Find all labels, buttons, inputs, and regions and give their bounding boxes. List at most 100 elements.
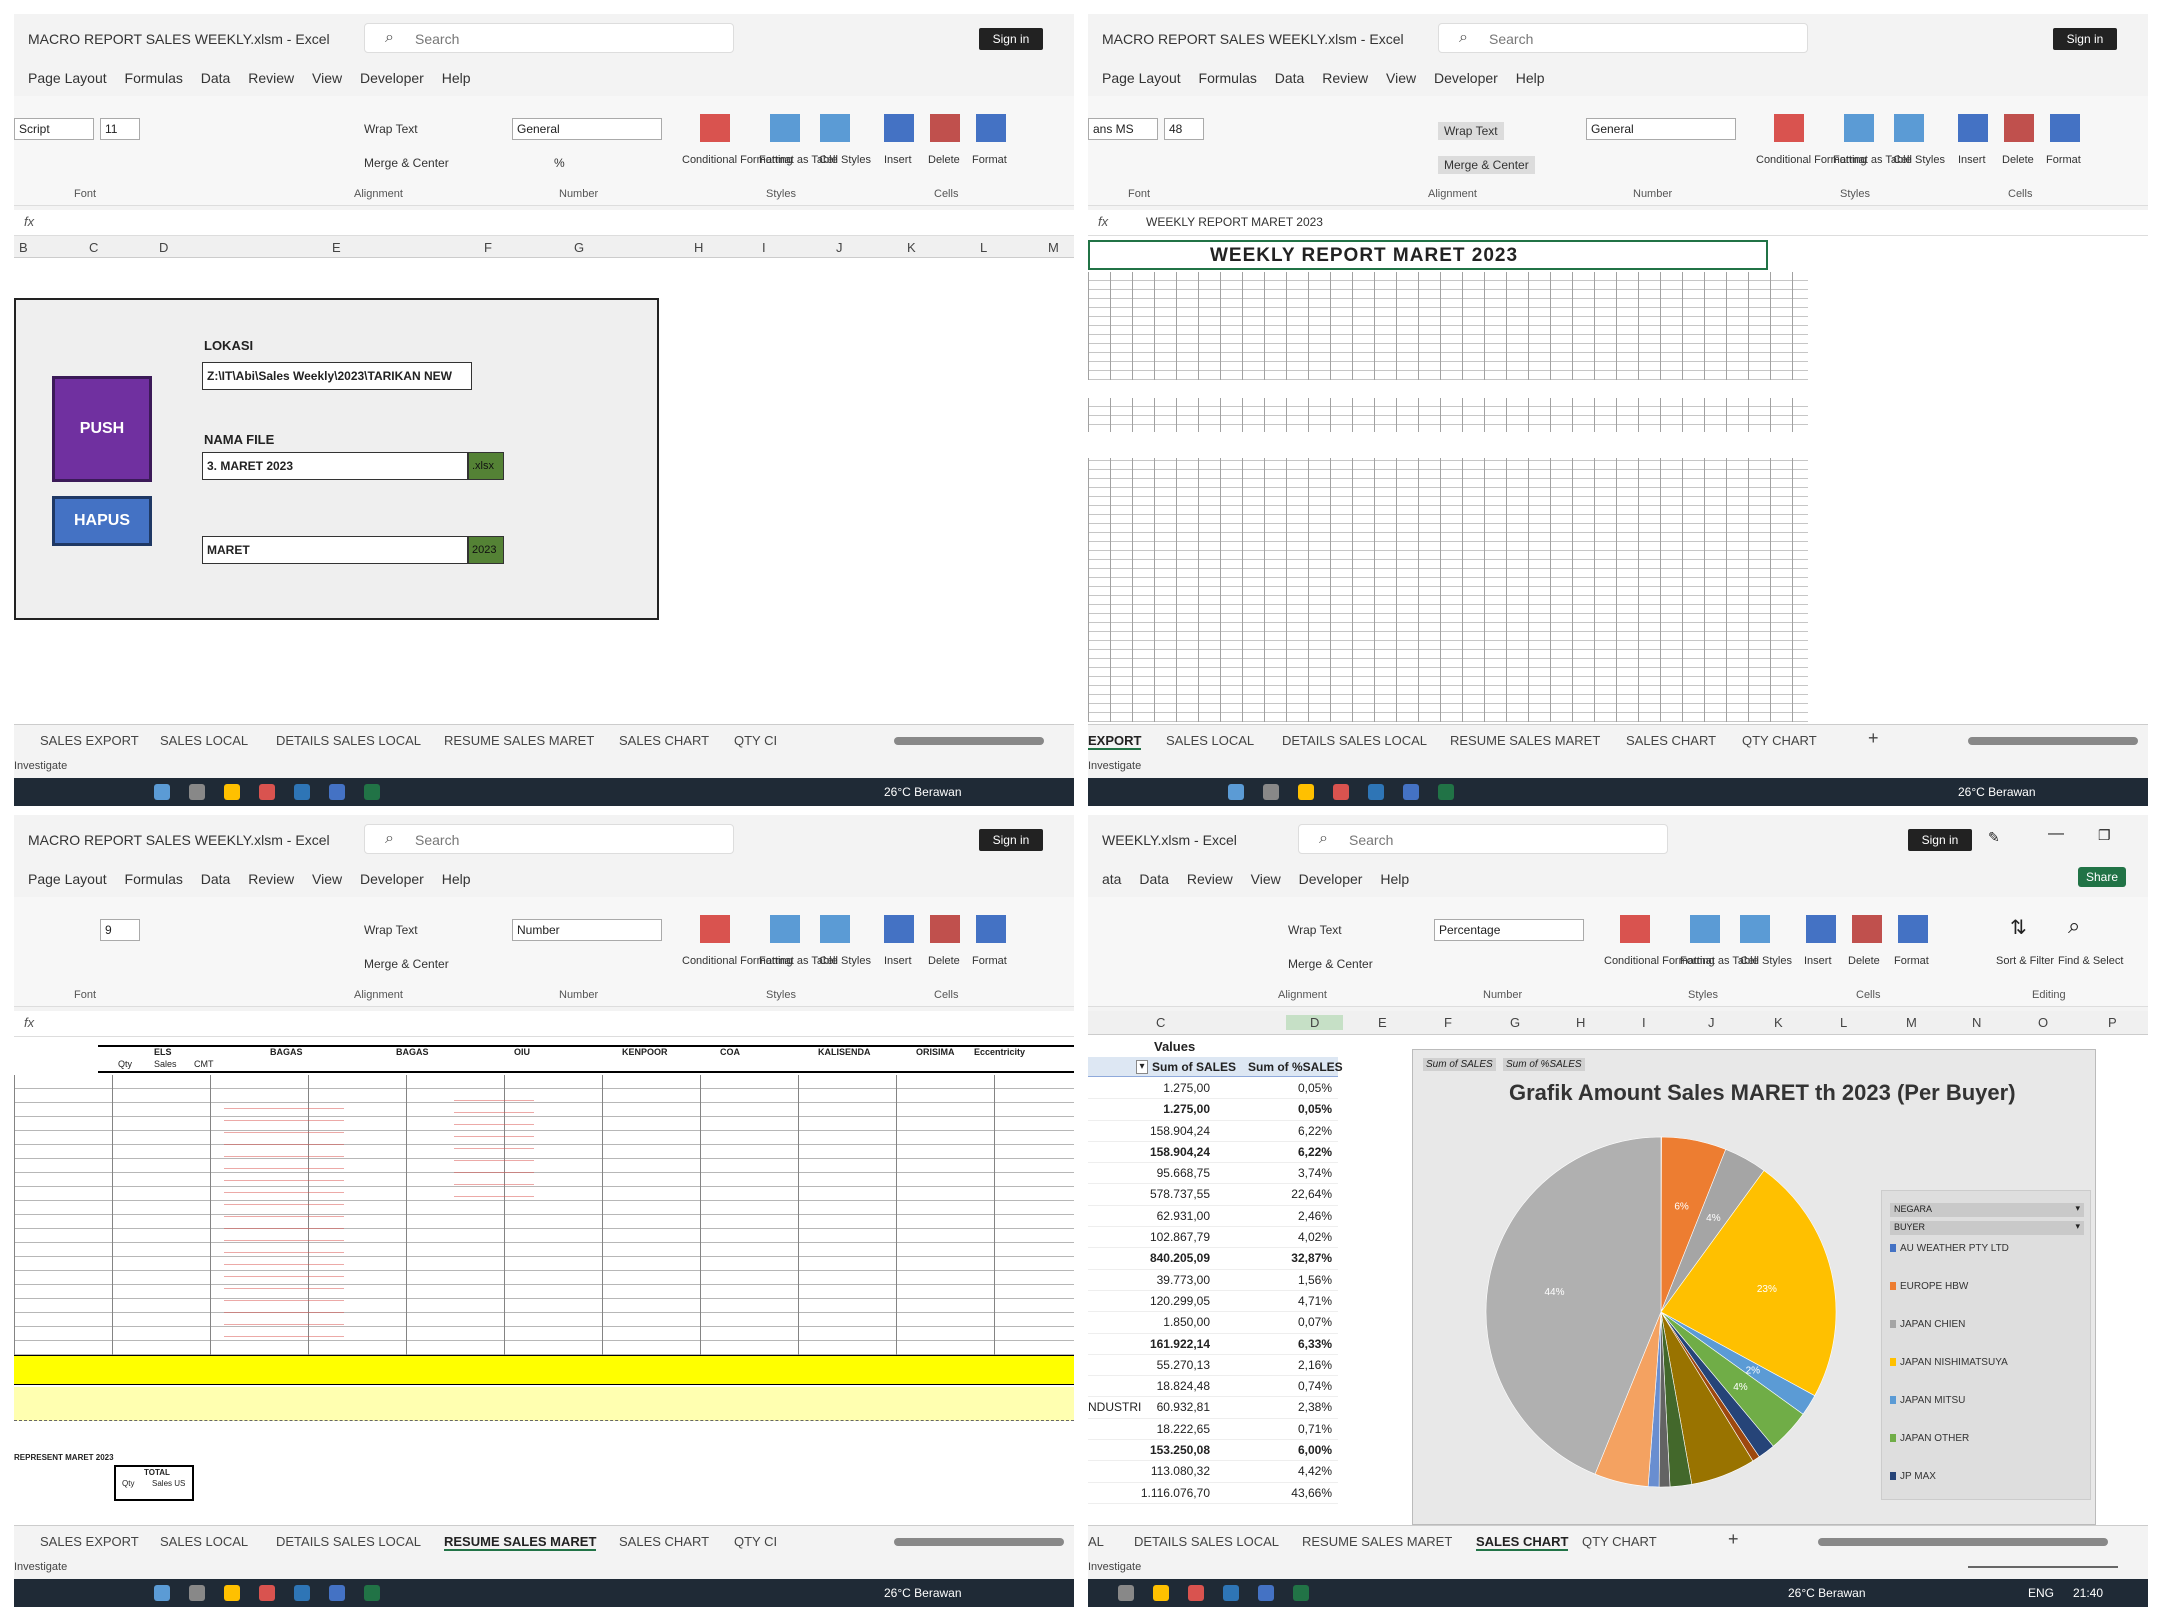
find-select-icon[interactable]: ⌕ <box>2068 913 2080 939</box>
tab-review[interactable]: Review <box>1322 70 1368 86</box>
pivot-row[interactable]: 161.922,14 6,33% <box>1088 1334 1338 1355</box>
col-header[interactable]: F <box>484 240 492 255</box>
tab-developer[interactable]: Developer <box>360 70 424 86</box>
folder-icon[interactable] <box>1298 784 1314 800</box>
legend-item[interactable]: EUROPE HBW <box>1890 1281 2009 1319</box>
chrome-icon[interactable] <box>1368 784 1384 800</box>
horizontal-scrollbar[interactable] <box>1818 1538 2108 1546</box>
sheet-tab-sales-export[interactable]: SALES EXPORT <box>40 733 139 748</box>
totals-row-light-yellow[interactable] <box>14 1387 1074 1421</box>
tab-data[interactable]: Data <box>201 70 231 86</box>
legend-filter-dropdown[interactable]: BUYER ▾ <box>1890 1221 2084 1235</box>
pivot-row[interactable]: 1.275,00 0,05% <box>1088 1099 1338 1121</box>
sheet-tab-sales-local[interactable]: SALES LOCAL <box>160 1534 248 1549</box>
col-header[interactable]: K <box>907 240 916 255</box>
pivot-row[interactable]: 158.904,24 6,22% <box>1088 1142 1338 1164</box>
conditional-formatting-icon[interactable] <box>700 915 730 943</box>
pivot-row[interactable]: NDUSTRI 60.932,81 2,38% <box>1088 1397 1338 1419</box>
sheet-tab-qty[interactable]: QTY CI <box>734 733 777 748</box>
wrap-text-button[interactable]: Wrap Text <box>364 923 418 937</box>
pen-icon[interactable]: ✎ <box>1988 829 2000 846</box>
minimize-icon[interactable]: — <box>2048 825 2064 843</box>
sheet-tab-sales-local[interactable]: SALES LOCAL <box>1166 733 1254 748</box>
sheet-tab-qty-chart[interactable]: QTY CHART <box>1742 733 1817 748</box>
sheet-tab-resume-sales-maret[interactable]: RESUME SALES MARET <box>444 1534 597 1551</box>
cell-styles-button[interactable]: Cell Styles <box>1893 154 1945 166</box>
tab-help[interactable]: Help <box>1380 871 1409 887</box>
sheet-tab-resume-sales-maret[interactable]: RESUME SALES MARET <box>1302 1534 1452 1549</box>
col-header[interactable]: I <box>1642 1015 1646 1030</box>
find-select-button[interactable]: Find & Select <box>2058 955 2123 967</box>
number-format-select[interactable]: Number <box>512 919 662 941</box>
sheet-area[interactable]: ELS BAGAS BAGAS OIU KENPOOR COA KALISEND… <box>14 1037 1074 1525</box>
year-input[interactable]: 2023 <box>468 536 504 564</box>
chrome-icon[interactable] <box>1223 1585 1239 1601</box>
insert-icon[interactable] <box>884 114 914 142</box>
delete-button[interactable]: Delete <box>928 154 960 166</box>
format-icon[interactable] <box>1898 915 1928 943</box>
pivot-row[interactable]: 113.080,32 4,42% <box>1088 1461 1338 1483</box>
number-format-select[interactable]: Percentage <box>1434 919 1584 941</box>
format-icon[interactable] <box>976 915 1006 943</box>
formula-bar[interactable]: fx WEEKLY REPORT MARET 2023 <box>1088 210 2148 236</box>
pivot-row[interactable]: 18.222,65 0,71% <box>1088 1419 1338 1441</box>
sheet-tab-export[interactable]: EXPORT <box>1088 733 1142 750</box>
format-button[interactable]: Format <box>972 154 1007 166</box>
delete-button[interactable]: Delete <box>2002 154 2034 166</box>
sheet-tab-sales-chart[interactable]: SALES CHART <box>1476 1534 1569 1551</box>
browser-icon[interactable] <box>259 784 275 800</box>
conditional-formatting-icon[interactable] <box>1620 915 1650 943</box>
taskbar-app-icon[interactable] <box>1263 784 1279 800</box>
formula-bar[interactable]: fx <box>14 210 1074 236</box>
pivot-row[interactable]: 1.116.076,70 43,66% <box>1088 1483 1338 1504</box>
font-name-select[interactable]: Script <box>14 118 94 140</box>
tab-view[interactable]: View <box>312 70 342 86</box>
format-as-table-icon[interactable] <box>1690 915 1720 943</box>
font-size-select[interactable]: 11 <box>100 118 140 140</box>
format-as-table-icon[interactable] <box>1844 114 1874 142</box>
chrome-icon[interactable] <box>294 784 310 800</box>
pivot-row[interactable]: 102.867,79 4,02% <box>1088 1227 1338 1249</box>
pivot-row[interactable]: 62.931,00 2,46% <box>1088 1206 1338 1228</box>
col-header[interactable]: K <box>1774 1015 1783 1030</box>
tab-developer[interactable]: Developer <box>1434 70 1498 86</box>
search-box[interactable]: ⌕ Search <box>364 824 734 854</box>
tab-developer[interactable]: Developer <box>1299 871 1363 887</box>
insert-icon[interactable] <box>1958 114 1988 142</box>
pivot-row[interactable]: 18.824,48 0,74% <box>1088 1376 1338 1398</box>
insert-button[interactable]: Insert <box>1958 154 1986 166</box>
col-header[interactable]: J <box>836 240 843 255</box>
col-header[interactable]: H <box>1576 1015 1585 1030</box>
report-grid[interactable] <box>1088 272 1808 722</box>
sheet-tab-resume-sales-maret[interactable]: RESUME SALES MARET <box>1450 733 1600 748</box>
bottom-total-table[interactable]: TOTAL Qty Sales US <box>114 1465 194 1501</box>
wrap-text-button[interactable]: Wrap Text <box>364 122 418 136</box>
sheet-tab-sales-chart[interactable]: SALES CHART <box>1626 733 1716 748</box>
tab-data[interactable]: Data <box>201 871 231 887</box>
format-button[interactable]: Format <box>1894 955 1929 967</box>
col-header[interactable]: N <box>1972 1015 1981 1030</box>
legend-item[interactable]: JAPAN OTHER <box>1890 1433 2009 1471</box>
clock[interactable]: 21:40 <box>2073 1586 2103 1600</box>
col-header[interactable]: H <box>694 240 703 255</box>
folder-icon[interactable] <box>224 784 240 800</box>
col-header[interactable]: L <box>980 240 987 255</box>
cell-styles-button[interactable]: Cell Styles <box>819 955 871 967</box>
font-name-select[interactable]: ans MS <box>1088 118 1158 140</box>
insert-button[interactable]: Insert <box>884 955 912 967</box>
legend-item[interactable]: JAPAN MITSU <box>1890 1395 2009 1433</box>
sheet-tab-details-sales-local[interactable]: DETAILS SALES LOCAL <box>1134 1534 1279 1549</box>
sheet-tab-qty[interactable]: QTY CI <box>734 1534 777 1549</box>
col-header[interactable]: P <box>2108 1015 2117 1030</box>
weather-text[interactable]: 26°C Berawan <box>1788 1586 1866 1600</box>
browser-icon[interactable] <box>1333 784 1349 800</box>
col-header[interactable]: C <box>1156 1015 1165 1030</box>
merge-center-button[interactable]: Merge & Center <box>1288 957 1373 971</box>
sheet-area[interactable]: LOKASI Z:\IT\Abi\Sales Weekly\2023\TARIK… <box>14 258 1074 724</box>
legend-filter-dropdown[interactable]: NEGARA ▾ <box>1890 1203 2084 1217</box>
share-button[interactable]: Share <box>2078 867 2127 887</box>
delete-button[interactable]: Delete <box>928 955 960 967</box>
start-icon[interactable] <box>154 1585 170 1601</box>
wrap-text-button[interactable]: Wrap Text <box>1288 923 1342 937</box>
search-box[interactable]: ⌕ Search <box>1298 824 1668 854</box>
